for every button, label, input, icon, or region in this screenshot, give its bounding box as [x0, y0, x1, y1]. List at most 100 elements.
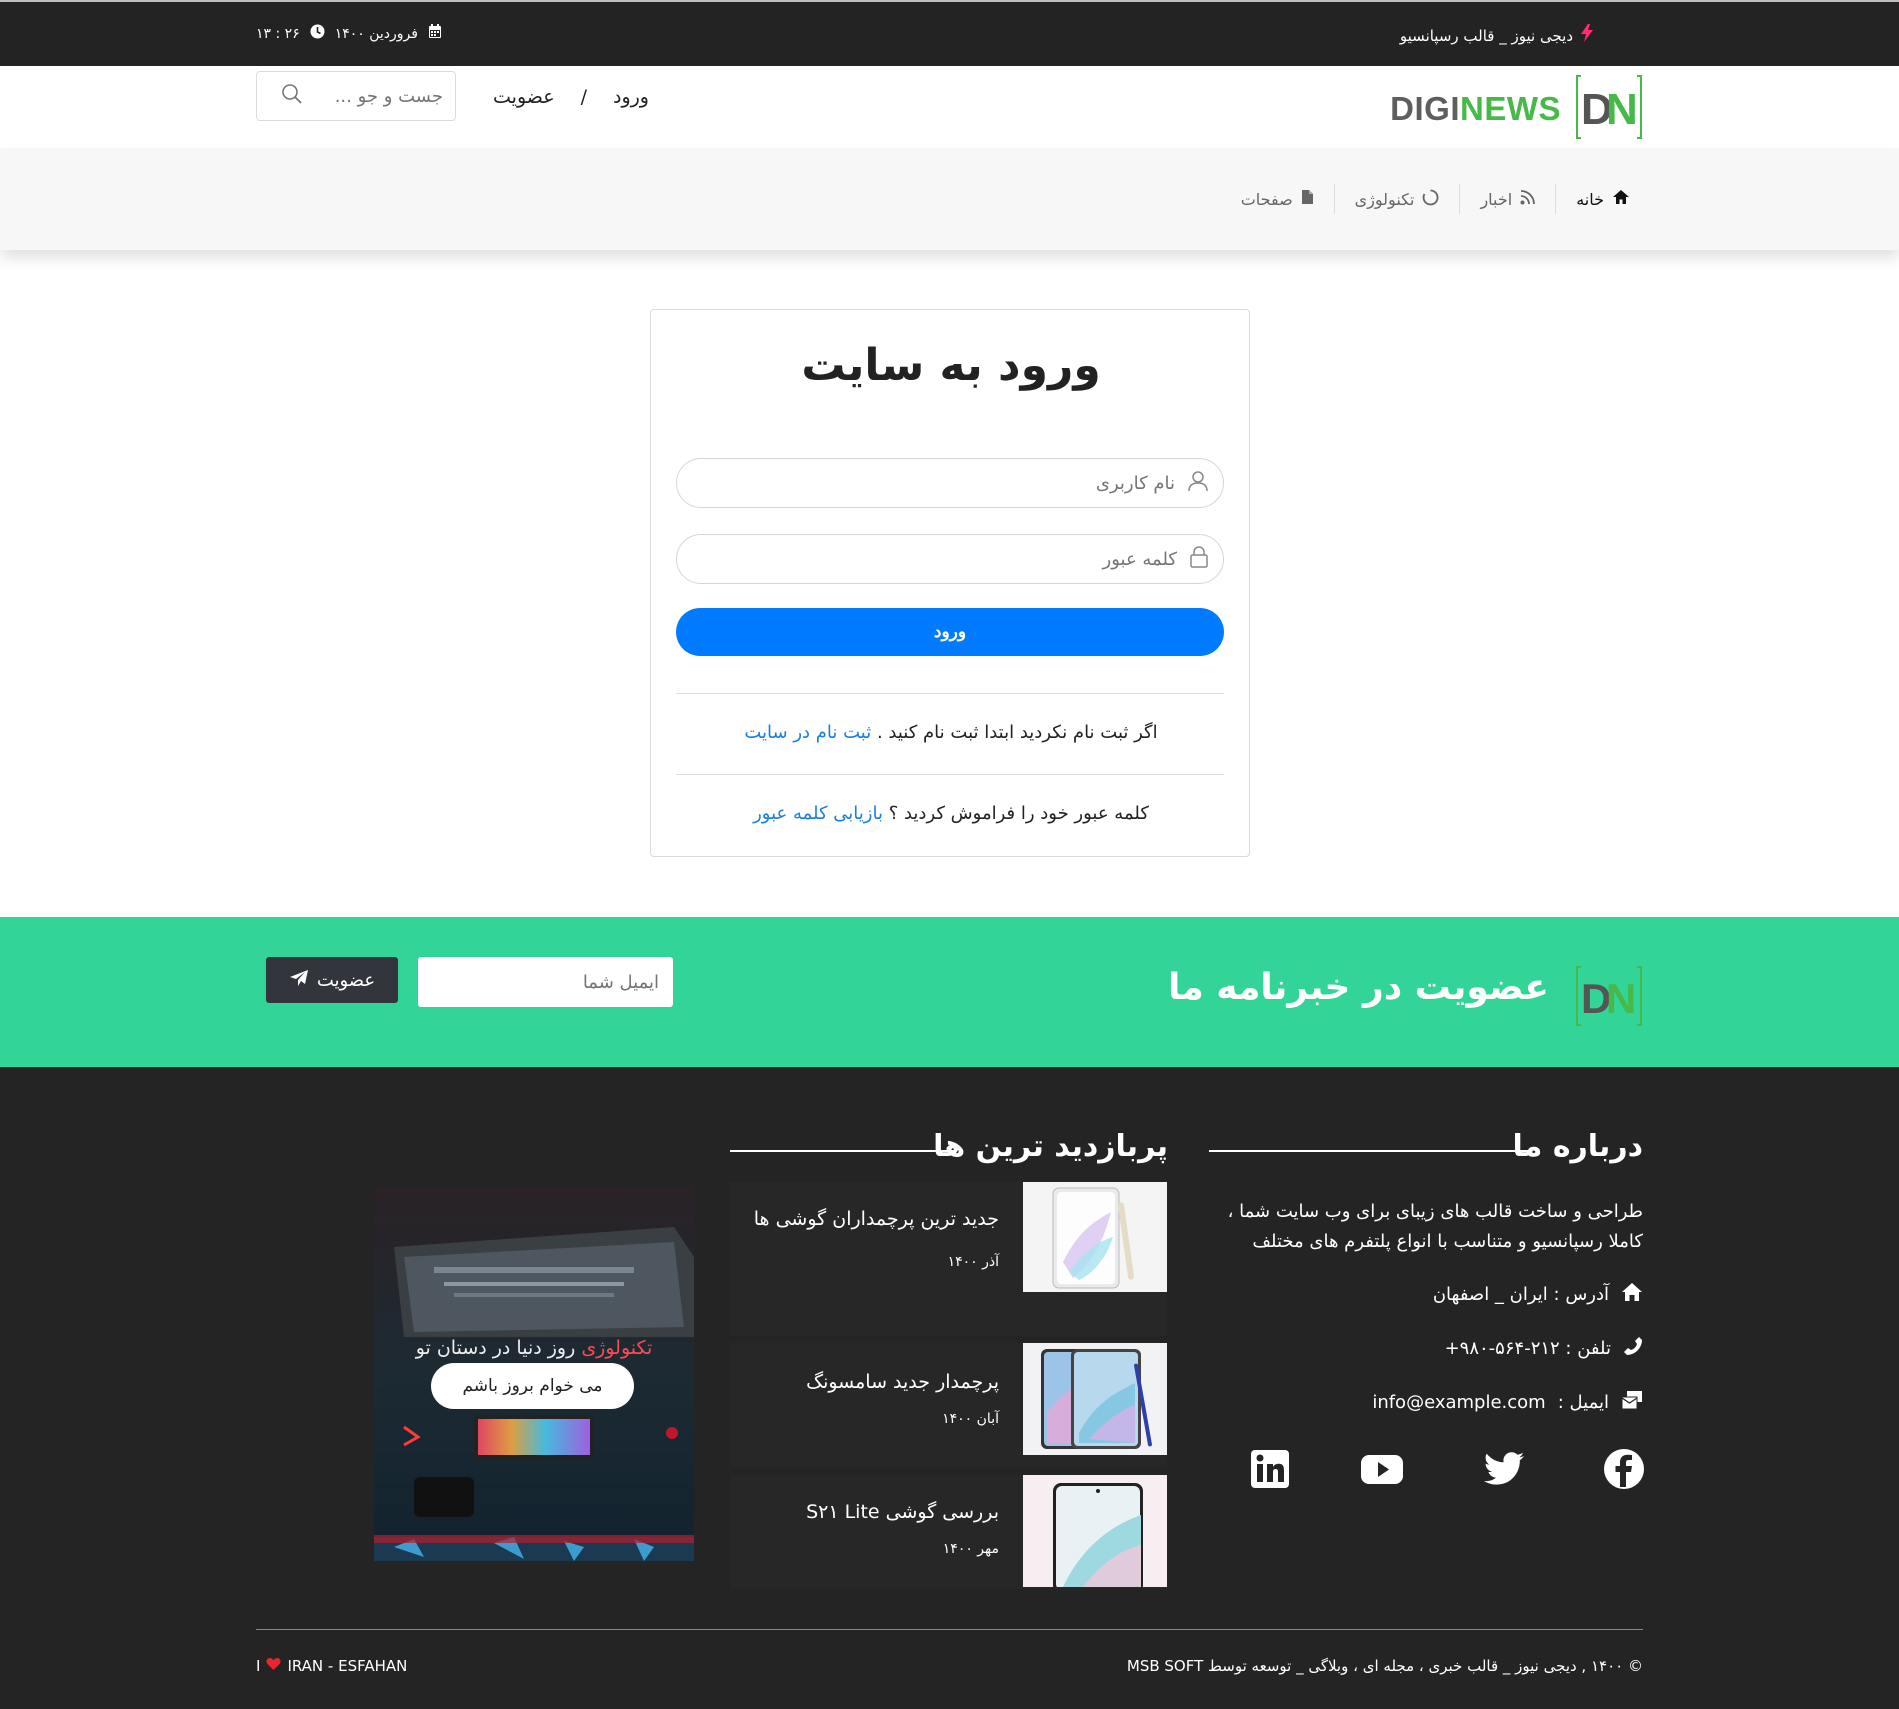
username-input[interactable] [715, 472, 1175, 494]
username-field-wrapper [676, 458, 1224, 508]
post-thumbnail [1023, 1182, 1167, 1292]
nav-label-pages: صفحات [1240, 189, 1293, 209]
about-title-line [1209, 1150, 1529, 1152]
search-icon[interactable] [281, 83, 303, 109]
dn-logo-icon: D N [1575, 74, 1643, 144]
email-label: ایمیل : [1557, 1392, 1609, 1413]
card-divider [676, 774, 1224, 775]
post-thumbnail [1023, 1475, 1167, 1587]
popular-post[interactable]: جدید ترین پرچمداران گوشی ها آذر ۱۴۰۰ [730, 1182, 1167, 1336]
newsletter-button-label: عضویت [316, 969, 376, 991]
recover-password-link[interactable]: بازیابی کلمه عبور [753, 803, 883, 824]
heart-icon [266, 1657, 281, 1675]
logo-wordmark: DIGINEWS [1390, 90, 1561, 127]
card-divider [676, 693, 1224, 694]
password-input[interactable] [717, 548, 1177, 570]
promo-banner: تکنولوژی روز دنیا در دستان تو می خوام بر… [374, 1187, 694, 1561]
contact-address: آدرس : ایران _ اصفهان [1433, 1282, 1643, 1307]
register-in-site-link[interactable]: ثبت نام در سایت [744, 722, 871, 743]
location-prefix: I [256, 1657, 261, 1675]
rss-icon [1520, 189, 1536, 209]
newsletter-subscribe-button[interactable]: عضویت [266, 957, 398, 1003]
linkedin-icon[interactable] [1248, 1447, 1292, 1491]
about-title: درباره ما [1512, 1129, 1643, 1164]
facebook-icon[interactable] [1602, 1447, 1646, 1491]
youtube-icon[interactable] [1360, 1447, 1404, 1491]
login-link[interactable]: ورود [613, 86, 649, 108]
forgot-prompt-text: کلمه عبور خود را فراموش کردید ؟ [888, 803, 1149, 824]
post-body: جدید ترین پرچمداران گوشی ها آذر ۱۴۰۰ [730, 1182, 1023, 1336]
paper-plane-icon [289, 969, 309, 992]
promo-highlight: تکنولوژی [581, 1337, 653, 1359]
newsletter-email-wrapper [418, 957, 673, 1007]
popular-title-line [730, 1150, 956, 1152]
main-navbar: خانه اخبار تکنولوژی صفحات [0, 148, 1899, 250]
calendar-icon [428, 24, 442, 43]
email-text[interactable]: info@example.com [1372, 1392, 1545, 1413]
dn-logo-icon: D N [1575, 965, 1643, 1031]
register-prompt-text: اگر ثبت نام نکردید ابتدا ثبت نام کنید . [876, 722, 1158, 743]
nav-label-home: خانه [1576, 189, 1604, 209]
date-text: فروردین ۱۴۰۰ [334, 25, 418, 42]
nav-menu: خانه اخبار تکنولوژی صفحات [1221, 184, 1650, 214]
phone-text: تلفن : ۲۱۲-۵۶۴-۹۸۰+ [1444, 1338, 1611, 1359]
home-icon [1621, 1282, 1643, 1307]
file-icon [1301, 189, 1314, 209]
user-icon [1187, 470, 1209, 496]
newsletter-title: عضویت در خبرنامه ما [1167, 967, 1549, 1008]
password-field-wrapper [676, 534, 1224, 584]
post-date: مهر ۱۴۰۰ [942, 1541, 999, 1557]
site-logo[interactable]: DIGINEWS D N [1390, 74, 1643, 144]
about-text: طراحی و ساخت قالب های زیبای برای وب سایت… [1227, 1201, 1643, 1252]
register-link[interactable]: عضویت [493, 86, 555, 108]
post-title[interactable]: پرچمدار جدید سامسونگ [740, 1367, 999, 1397]
nav-label-technology: تکنولوژی [1354, 189, 1415, 209]
auth-links: ورود / عضویت [493, 86, 649, 108]
tagline-text: دیجی نیوز _ قالب رسپانسیو [1399, 26, 1573, 45]
search-box [256, 71, 456, 121]
phone-icon [1623, 1336, 1643, 1361]
newsletter-band: D N عضویت در خبرنامه ما عضویت [0, 917, 1899, 1067]
lock-icon [1189, 546, 1209, 572]
promo-button[interactable]: می خوام بروز باشم [431, 1363, 634, 1409]
promo-text: تکنولوژی روز دنیا در دستان تو [374, 1337, 694, 1359]
post-date: آبان ۱۴۰۰ [942, 1411, 999, 1427]
popular-title: پربازدید ترین ها [933, 1129, 1168, 1164]
mail-bulk-icon [1621, 1390, 1643, 1415]
login-card: ورود به سایت ورود اگر ثبت نام نکردید ابت… [650, 309, 1250, 857]
auth-separator: / [580, 86, 587, 108]
contact-email: ایمیل : info@example.com [1372, 1390, 1643, 1415]
svg-text:N: N [1606, 975, 1636, 1022]
footer: درباره ما طراحی و ساخت قالب های زیبای بر… [0, 1067, 1899, 1709]
register-prompt: اگر ثبت نام نکردید ابتدا ثبت نام کنید . … [651, 722, 1251, 743]
post-title[interactable]: جدید ترین پرچمداران گوشی ها [740, 1204, 999, 1234]
copyright-text: © ۱۴۰۰ , دیجی نیوز _ قالب خبری ، مجله ای… [1126, 1657, 1643, 1675]
post-title[interactable]: بررسی گوشی S۲۱ Lite [740, 1497, 999, 1527]
svg-text:N: N [1606, 85, 1638, 134]
date-time: فروردین ۱۴۰۰ ۲۶ : ۱۳ [256, 24, 442, 43]
login-submit-button[interactable]: ورود [676, 608, 1224, 656]
nav-item-home[interactable]: خانه [1555, 184, 1650, 214]
nav-item-pages[interactable]: صفحات [1221, 184, 1334, 214]
promo-text-main: روز دنیا در دستان تو [415, 1337, 576, 1359]
popular-post[interactable]: بررسی گوشی S۲۱ Lite مهر ۱۴۰۰ [730, 1475, 1167, 1589]
popular-post[interactable]: پرچمدار جدید سامسونگ آبان ۱۴۰۰ [730, 1343, 1167, 1467]
time-text: ۲۶ : ۱۳ [256, 25, 300, 42]
location-label: IRAN - ESFAHAN [287, 1657, 408, 1675]
post-body: بررسی گوشی S۲۱ Lite مهر ۱۴۰۰ [730, 1475, 1023, 1589]
home-icon [1612, 189, 1630, 209]
search-input[interactable] [313, 85, 443, 107]
site-tagline: دیجی نیوز _ قالب رسپانسیو [1400, 24, 1593, 47]
address-text: آدرس : ایران _ اصفهان [1432, 1284, 1609, 1305]
post-date: آذر ۱۴۰۰ [947, 1254, 999, 1270]
nav-item-technology[interactable]: تکنولوژی [1333, 184, 1460, 214]
clock-icon [310, 24, 325, 43]
newsletter-email-input[interactable] [439, 971, 659, 993]
contact-phone: تلفن : ۲۱۲-۵۶۴-۹۸۰+ [1445, 1336, 1643, 1361]
twitter-icon[interactable] [1482, 1447, 1526, 1491]
post-thumbnail [1023, 1343, 1167, 1455]
footer-divider [256, 1629, 1643, 1630]
post-body: پرچمدار جدید سامسونگ آبان ۱۴۰۰ [730, 1343, 1023, 1467]
nav-item-news[interactable]: اخبار [1459, 184, 1555, 214]
circle-notch-icon [1422, 189, 1439, 210]
